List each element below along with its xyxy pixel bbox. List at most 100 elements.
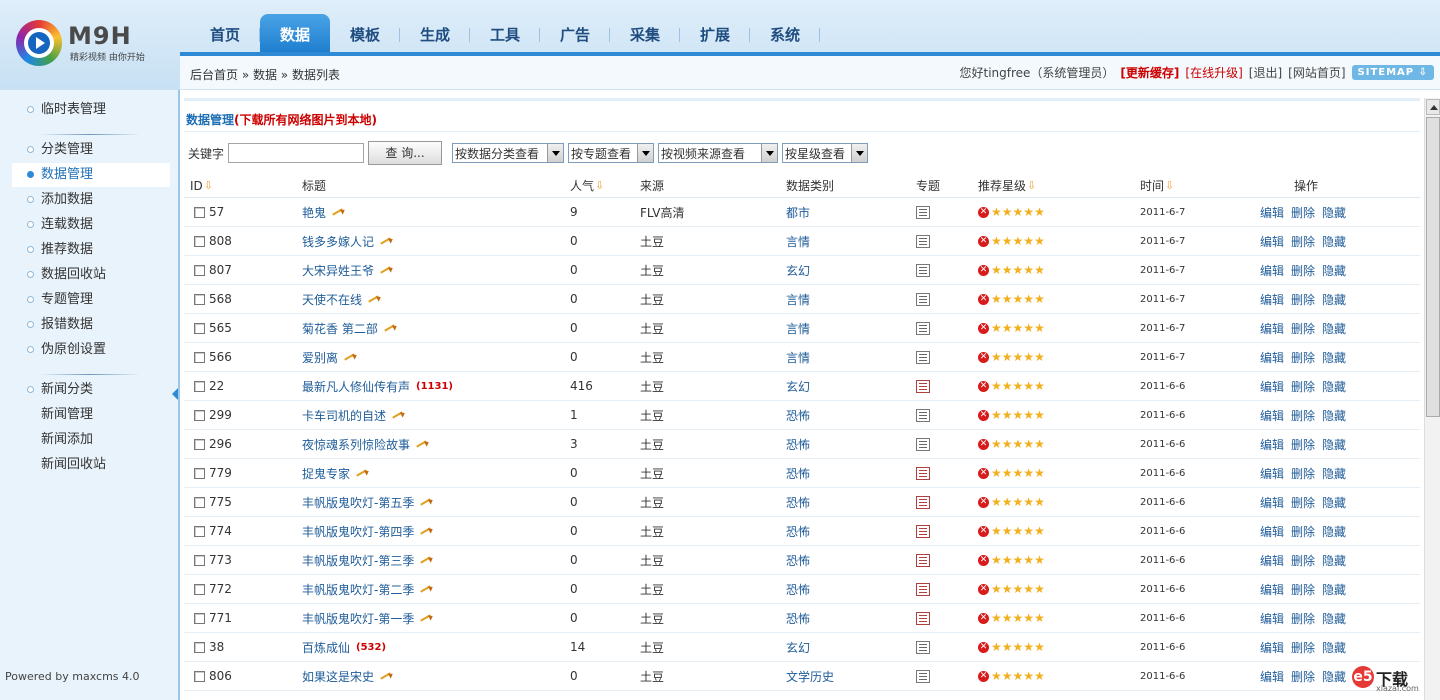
star-icon[interactable]: ★: [1013, 351, 1024, 363]
hide-link[interactable]: 隐藏: [1322, 233, 1346, 250]
edit-link[interactable]: 编辑: [1260, 668, 1284, 685]
star-icon[interactable]: ★: [1034, 612, 1045, 624]
logo[interactable]: M9H 精彩视频 由你开始: [16, 18, 166, 68]
delete-link[interactable]: 删除: [1291, 436, 1315, 453]
row-category-link[interactable]: 言情: [786, 349, 810, 366]
row-title-link[interactable]: 如果这是宋史: [302, 668, 374, 685]
star-icon[interactable]: ★: [1013, 206, 1024, 218]
edit-link[interactable]: 编辑: [1260, 233, 1284, 250]
row-category-link[interactable]: 恐怖: [786, 494, 810, 511]
star-icon[interactable]: ★: [1002, 612, 1013, 624]
star-icon[interactable]: ★: [1023, 409, 1034, 421]
topic-doc-icon[interactable]: [916, 553, 930, 567]
refresh-cache-link[interactable]: [更新缓存]: [1120, 64, 1179, 81]
collapse-sidebar-icon[interactable]: [172, 388, 178, 400]
star-icon[interactable]: ★: [1023, 206, 1034, 218]
nav-tab[interactable]: 系统: [750, 14, 820, 52]
row-checkbox[interactable]: [194, 322, 205, 334]
clear-stars-icon[interactable]: ✕: [978, 496, 989, 508]
star-icon[interactable]: ★: [991, 322, 1002, 334]
hide-link[interactable]: 隐藏: [1322, 552, 1346, 569]
star-icon[interactable]: ★: [1023, 322, 1034, 334]
star-icon[interactable]: ★: [1013, 264, 1024, 276]
delete-link[interactable]: 删除: [1291, 639, 1315, 656]
star-icon[interactable]: ★: [1013, 409, 1024, 421]
edit-link[interactable]: 编辑: [1260, 349, 1284, 366]
topic-filter-select[interactable]: 按专题查看: [568, 143, 655, 163]
star-icon[interactable]: ★: [1034, 322, 1045, 334]
hide-link[interactable]: 隐藏: [1322, 407, 1346, 424]
edit-link[interactable]: 编辑: [1260, 407, 1284, 424]
nav-tab[interactable]: 模板: [330, 14, 400, 52]
row-category-link[interactable]: 恐怖: [786, 407, 810, 424]
star-icon[interactable]: ★: [991, 235, 1002, 247]
star-icon[interactable]: ★: [1023, 351, 1034, 363]
star-icon[interactable]: ★: [991, 380, 1002, 392]
delete-link[interactable]: 删除: [1291, 233, 1315, 250]
row-category-link[interactable]: 言情: [786, 291, 810, 308]
star-icon[interactable]: ★: [1013, 293, 1024, 305]
delete-link[interactable]: 删除: [1291, 262, 1315, 279]
star-icon[interactable]: ★: [1034, 264, 1045, 276]
hide-link[interactable]: 隐藏: [1322, 378, 1346, 395]
scroll-up-icon[interactable]: [1426, 99, 1440, 115]
row-category-link[interactable]: 文学历史: [786, 668, 834, 685]
star-icon[interactable]: ★: [1002, 670, 1013, 682]
row-checkbox[interactable]: [194, 351, 205, 363]
row-checkbox[interactable]: [194, 612, 205, 624]
delete-link[interactable]: 删除: [1291, 320, 1315, 337]
row-checkbox[interactable]: [194, 467, 205, 479]
star-icon[interactable]: ★: [1013, 525, 1024, 537]
row-title-link[interactable]: 夜惊魂系列惊险故事: [302, 436, 410, 453]
row-category-link[interactable]: 恐怖: [786, 552, 810, 569]
column-time[interactable]: 时间 ⇩: [1140, 174, 1174, 197]
topic-doc-icon[interactable]: [916, 582, 930, 596]
star-icon[interactable]: ★: [1002, 641, 1013, 653]
nav-tab[interactable]: 工具: [470, 14, 540, 52]
row-title-link[interactable]: 艳鬼: [302, 204, 326, 221]
star-icon[interactable]: ★: [1023, 235, 1034, 247]
row-category-link[interactable]: 玄幻: [786, 262, 810, 279]
star-icon[interactable]: ★: [991, 496, 1002, 508]
hide-link[interactable]: 隐藏: [1322, 349, 1346, 366]
clear-stars-icon[interactable]: ✕: [978, 206, 989, 218]
star-icon[interactable]: ★: [1023, 525, 1034, 537]
topic-doc-icon[interactable]: [916, 524, 930, 538]
row-checkbox[interactable]: [194, 670, 205, 682]
star-icon[interactable]: ★: [1002, 235, 1013, 247]
star-icon[interactable]: ★: [1013, 235, 1024, 247]
star-icon[interactable]: ★: [1023, 293, 1034, 305]
topic-doc-icon[interactable]: [916, 466, 930, 480]
site-home-link[interactable]: [网站首页]: [1288, 64, 1345, 81]
delete-link[interactable]: 删除: [1291, 407, 1315, 424]
star-icon[interactable]: ★: [1034, 235, 1045, 247]
clear-stars-icon[interactable]: ✕: [978, 235, 989, 247]
star-icon[interactable]: ★: [1034, 641, 1045, 653]
star-icon[interactable]: ★: [1013, 612, 1024, 624]
sidebar-item[interactable]: 新闻回收站: [12, 453, 170, 477]
star-icon[interactable]: ★: [991, 438, 1002, 450]
star-icon[interactable]: ★: [1002, 554, 1013, 566]
row-checkbox[interactable]: [194, 438, 205, 450]
star-icon[interactable]: ★: [991, 351, 1002, 363]
star-icon[interactable]: ★: [1023, 670, 1034, 682]
topic-doc-icon[interactable]: [916, 495, 930, 509]
topic-doc-icon[interactable]: [916, 669, 930, 683]
row-title-link[interactable]: 最新凡人修仙传有声: [302, 378, 410, 395]
star-icon[interactable]: ★: [1013, 380, 1024, 392]
edit-link[interactable]: 编辑: [1260, 610, 1284, 627]
topic-doc-icon[interactable]: [916, 350, 930, 364]
topic-doc-icon[interactable]: [916, 263, 930, 277]
topic-doc-icon[interactable]: [916, 205, 930, 219]
row-title-link[interactable]: 丰帆版鬼吹灯-第五季: [302, 494, 414, 511]
star-icon[interactable]: ★: [991, 612, 1002, 624]
edit-link[interactable]: 编辑: [1260, 291, 1284, 308]
scrollbar[interactable]: [1424, 98, 1440, 700]
star-icon[interactable]: ★: [1002, 322, 1013, 334]
hide-link[interactable]: 隐藏: [1322, 581, 1346, 598]
edit-link[interactable]: 编辑: [1260, 581, 1284, 598]
topic-doc-icon[interactable]: [916, 640, 930, 654]
star-icon[interactable]: ★: [1002, 351, 1013, 363]
row-checkbox[interactable]: [194, 409, 205, 421]
edit-link[interactable]: 编辑: [1260, 378, 1284, 395]
